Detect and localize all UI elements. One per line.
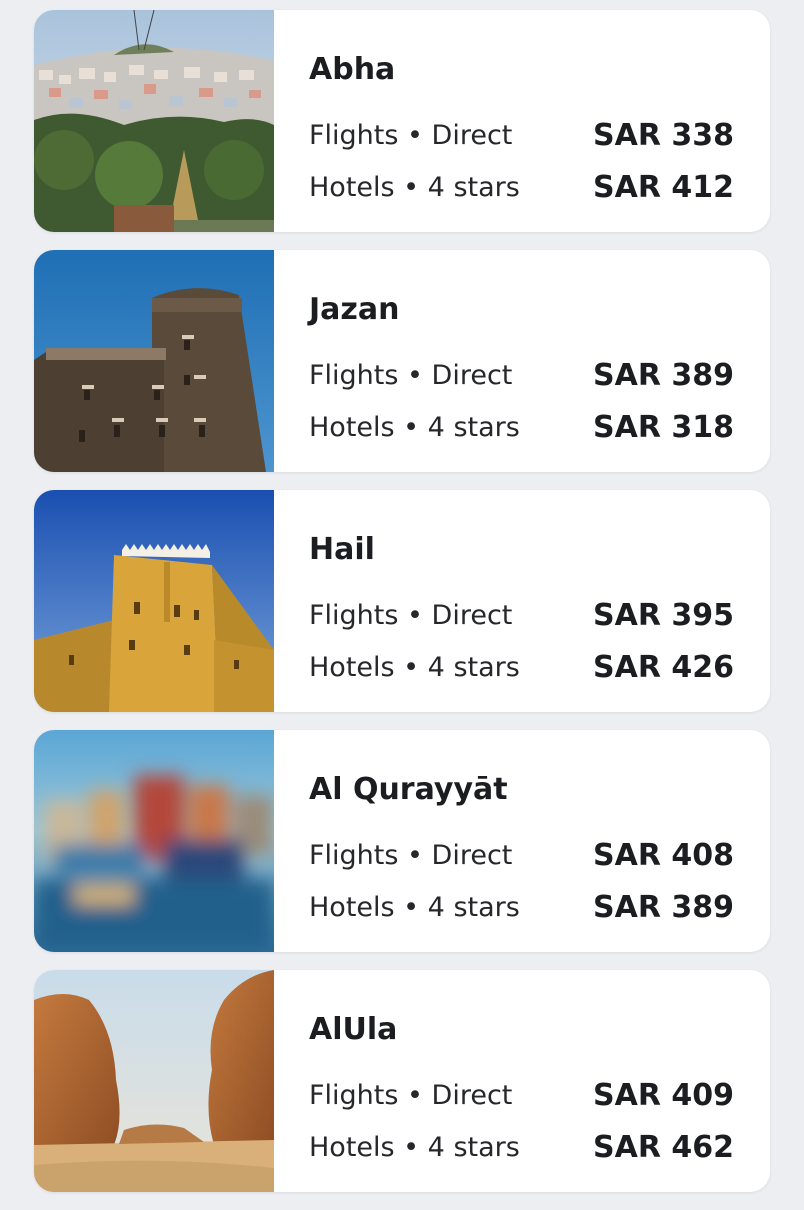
hotels-label: Hotels • 4 stars bbox=[309, 891, 520, 923]
abha-city-photo bbox=[34, 10, 274, 232]
flights-label: Flights • Direct bbox=[309, 839, 513, 871]
flights-label: Flights • Direct bbox=[309, 119, 513, 151]
al-qurayyat-blurred-photo-graphic bbox=[34, 730, 274, 952]
destination-info: Al Qurayyāt Flights • Direct SAR 408 Hot… bbox=[274, 730, 770, 952]
hotels-label: Hotels • 4 stars bbox=[309, 411, 520, 443]
destination-name: Al Qurayyāt bbox=[309, 772, 508, 807]
hotels-label: Hotels • 4 stars bbox=[309, 651, 520, 683]
hotels-row: Hotels • 4 stars SAR 412 bbox=[309, 161, 734, 213]
destination-info: Hail Flights • Direct SAR 395 Hotels • 4… bbox=[274, 490, 770, 712]
hail-mud-fort-photo-graphic bbox=[34, 490, 274, 712]
jazan-stone-tower-photo-graphic bbox=[34, 250, 274, 472]
destination-name: Abha bbox=[309, 52, 396, 87]
flights-price: SAR 409 bbox=[593, 1077, 734, 1113]
flights-label: Flights • Direct bbox=[309, 599, 513, 631]
alula-rock-formation-photo-graphic bbox=[34, 970, 274, 1192]
hotels-price: SAR 318 bbox=[593, 409, 734, 445]
destination-info: Jazan Flights • Direct SAR 389 Hotels • … bbox=[274, 250, 770, 472]
flights-price: SAR 395 bbox=[593, 597, 734, 633]
flights-row: Flights • Direct SAR 389 bbox=[309, 349, 734, 401]
flights-row: Flights • Direct SAR 395 bbox=[309, 589, 734, 641]
hotels-row: Hotels • 4 stars SAR 462 bbox=[309, 1121, 734, 1173]
flights-price: SAR 338 bbox=[593, 117, 734, 153]
jazan-stone-tower-photo bbox=[34, 250, 274, 472]
destination-card-hail[interactable]: Hail Flights • Direct SAR 395 Hotels • 4… bbox=[34, 490, 770, 712]
hotels-price: SAR 462 bbox=[593, 1129, 734, 1165]
alula-rock-formation-photo bbox=[34, 970, 274, 1192]
destination-card-jazan[interactable]: Jazan Flights • Direct SAR 389 Hotels • … bbox=[34, 250, 770, 472]
destination-info: Abha Flights • Direct SAR 338 Hotels • 4… bbox=[274, 10, 770, 232]
abha-city-photo-graphic bbox=[34, 10, 274, 232]
destination-card-al-qurayyat[interactable]: Al Qurayyāt Flights • Direct SAR 408 Hot… bbox=[34, 730, 770, 952]
destination-name: AlUla bbox=[309, 1012, 398, 1047]
flights-row: Flights • Direct SAR 338 bbox=[309, 109, 734, 161]
destination-card-abha[interactable]: Abha Flights • Direct SAR 338 Hotels • 4… bbox=[34, 10, 770, 232]
flights-price: SAR 389 bbox=[593, 357, 734, 393]
hotels-price: SAR 426 bbox=[593, 649, 734, 685]
hotels-price: SAR 389 bbox=[593, 889, 734, 925]
destination-name: Hail bbox=[309, 532, 375, 567]
hotels-row: Hotels • 4 stars SAR 318 bbox=[309, 401, 734, 453]
destination-card-alula[interactable]: AlUla Flights • Direct SAR 409 Hotels • … bbox=[34, 970, 770, 1192]
flights-row: Flights • Direct SAR 409 bbox=[309, 1069, 734, 1121]
hotels-row: Hotels • 4 stars SAR 426 bbox=[309, 641, 734, 693]
hotels-row: Hotels • 4 stars SAR 389 bbox=[309, 881, 734, 933]
hotels-label: Hotels • 4 stars bbox=[309, 1131, 520, 1163]
flights-label: Flights • Direct bbox=[309, 1079, 513, 1111]
flights-row: Flights • Direct SAR 408 bbox=[309, 829, 734, 881]
destination-info: AlUla Flights • Direct SAR 409 Hotels • … bbox=[274, 970, 770, 1192]
destination-name: Jazan bbox=[309, 292, 400, 327]
hotels-label: Hotels • 4 stars bbox=[309, 171, 520, 203]
destination-list: Abha Flights • Direct SAR 338 Hotels • 4… bbox=[34, 10, 770, 1210]
al-qurayyat-blurred-photo bbox=[34, 730, 274, 952]
hail-mud-fort-photo bbox=[34, 490, 274, 712]
flights-price: SAR 408 bbox=[593, 837, 734, 873]
hotels-price: SAR 412 bbox=[593, 169, 734, 205]
flights-label: Flights • Direct bbox=[309, 359, 513, 391]
